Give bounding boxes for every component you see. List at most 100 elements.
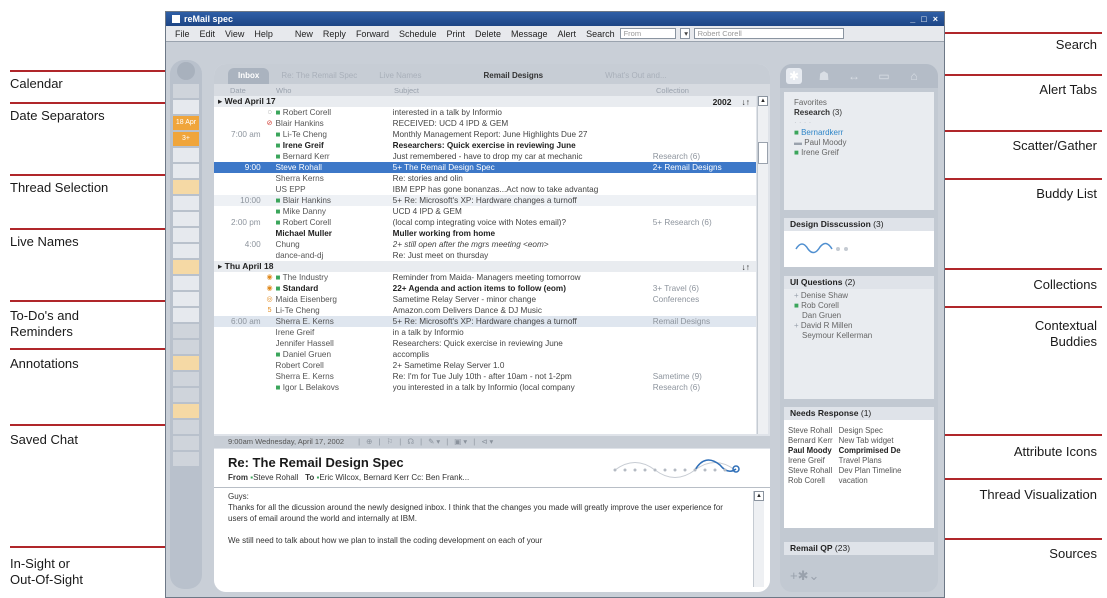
message-sender[interactable]: dance-and-dj xyxy=(276,250,393,261)
message-row[interactable]: Sherra Kerns Re: stories and olin xyxy=(214,173,756,184)
message-sender[interactable]: Blair Hankins xyxy=(276,118,393,129)
message-row[interactable]: US EPP IBM EPP has gone bonanzas...Act no… xyxy=(214,184,756,195)
search-button[interactable]: Search xyxy=(581,29,620,39)
message-sender[interactable]: ■ Daniel Gruen xyxy=(276,349,393,360)
message-row[interactable]: Robert Corell 2+ Sametime Relay Server 1.… xyxy=(214,360,756,371)
message-sender[interactable]: Maida Eisenberg xyxy=(276,294,393,305)
group-ui-questions[interactable]: UI Questions (2) xyxy=(784,276,934,289)
reading-scrollbar[interactable]: ▲ xyxy=(753,491,764,587)
attribute-icons[interactable]: | ⊕ | ⚐ | ☊ | ✎▾ | ▣▾ | ⊲▾ xyxy=(358,436,495,448)
tab-inbox[interactable]: Inbox xyxy=(228,68,270,84)
message-sender[interactable]: ■ Robert Corell xyxy=(276,107,393,118)
message-sender[interactable]: Robert Corell xyxy=(276,360,393,371)
message-sender[interactable]: Sherra E. Kerns xyxy=(276,371,393,382)
message-row-selected[interactable]: 9:00 Steve Rohall 5+ The Remail Design Spe… xyxy=(214,162,756,173)
message-sender[interactable]: Li-Te Cheng xyxy=(276,305,393,316)
needs-response-row[interactable]: Irene Greif Travel Plans xyxy=(788,456,907,466)
alert-tab-box-icon[interactable]: ▭ xyxy=(876,68,892,84)
message-sender[interactable]: ■ The Industry xyxy=(276,272,393,283)
list-scrollbar[interactable]: ▲ xyxy=(757,96,768,434)
tab-live-names[interactable]: Live Names xyxy=(369,68,431,84)
needs-response-row[interactable]: Bernard Kerr New Tab widget xyxy=(788,436,907,446)
message-collection[interactable]: Sametime (9) xyxy=(653,371,756,382)
message-row[interactable]: ■ Daniel Gruen accomplis xyxy=(214,349,756,360)
message-row[interactable]: 4:00 Chung 2+ still open after the mgrs me… xyxy=(214,239,756,250)
tab-remail-designs[interactable]: Remail Designs xyxy=(473,68,553,84)
message-row[interactable]: ◉ ■ Standard 22+ Agenda and action items t… xyxy=(214,283,756,294)
calendar-day-count[interactable]: 3+ xyxy=(173,132,199,146)
todo-reminder-icon[interactable]: ⊘ xyxy=(264,118,276,129)
message-row[interactable]: ■ Bernard Kerr Just remembered - have to … xyxy=(214,151,756,162)
sort-toggle-icon[interactable]: ↓↑ xyxy=(742,262,751,272)
sort-toggle-icon[interactable]: ↓↑ xyxy=(742,97,751,107)
thread-visualization[interactable] xyxy=(610,455,750,485)
search-input[interactable]: Robert Corell xyxy=(693,28,844,39)
group-needs-response[interactable]: Needs Response (1) xyxy=(784,407,934,420)
group-research[interactable]: Research (3) xyxy=(784,108,934,118)
calendar-day-today[interactable]: 18 Apr xyxy=(173,116,199,130)
alert-tab-arrows-icon[interactable]: ↔ xyxy=(846,68,862,84)
maximize-button[interactable]: □ xyxy=(921,12,926,26)
needs-response-row[interactable]: Steve Rohall Design Spec xyxy=(788,426,907,436)
message-sender[interactable]: ■ Irene Greif xyxy=(276,140,393,151)
todo-reminder-icon[interactable]: ◌ xyxy=(264,107,276,118)
menu-view[interactable]: View xyxy=(220,29,249,39)
col-collection[interactable]: Collection xyxy=(656,86,760,95)
message-collection[interactable]: Research (6) xyxy=(653,151,756,162)
col-who[interactable]: Who xyxy=(276,86,394,95)
message-collection[interactable]: Remail Designs xyxy=(653,316,756,327)
tab-whats-out[interactable]: What's Out and... xyxy=(595,68,677,84)
calendar-strip[interactable]: 18 Apr 3+ xyxy=(170,60,202,589)
message-row[interactable]: ◉ ■ The Industry Reminder from Maida- Mana… xyxy=(214,272,756,283)
message-sender[interactable]: Sherra E. Kerns xyxy=(276,316,393,327)
message-collection[interactable]: 5+ Research (6) xyxy=(653,217,756,228)
scroll-up-icon[interactable]: ▲ xyxy=(758,96,768,106)
alert-tab-person-icon[interactable]: ☗ xyxy=(816,68,832,84)
message-row[interactable]: ■ Irene Greif Researchers: Quick exercise… xyxy=(214,140,756,151)
message-button[interactable]: Message xyxy=(506,29,553,39)
reply-button[interactable]: Reply xyxy=(318,29,351,39)
buddy-paul-moody[interactable]: ▬ Paul Moody xyxy=(784,138,934,148)
alert-button[interactable]: Alert xyxy=(553,29,582,39)
delete-button[interactable]: Delete xyxy=(470,29,506,39)
message-row[interactable]: Jennifer Hassell Researchers: Quick exerc… xyxy=(214,338,756,349)
message-from[interactable]: Steve Rohall xyxy=(253,473,298,482)
col-subject[interactable]: Subject xyxy=(394,86,656,95)
message-row[interactable]: ■ Mike Danny UCD 4 IPD & GEM xyxy=(214,206,756,217)
message-sender[interactable]: ■ Igor L Belakovs xyxy=(276,382,393,393)
message-sender[interactable]: ■ Robert Corell xyxy=(276,217,393,228)
message-collection[interactable]: Research (6) xyxy=(653,382,756,393)
message-sender[interactable]: Sherra Kerns xyxy=(276,173,393,184)
message-row[interactable]: 5 Li-Te Cheng Amazon.com Delivers Dance & … xyxy=(214,305,756,316)
message-sender[interactable]: Irene Greif xyxy=(276,327,393,338)
message-row[interactable]: 10:00 ■ Blair Hankins 5+ Re: Microsoft's X… xyxy=(214,195,756,206)
add-source-icon[interactable]: +✱⌄ xyxy=(790,568,819,584)
message-sender[interactable]: Jennifer Hassell xyxy=(276,338,393,349)
message-sender[interactable]: US EPP xyxy=(276,184,393,195)
favorites-label[interactable]: Favorites xyxy=(784,98,934,108)
search-scope-dropdown[interactable]: ▾ xyxy=(679,28,690,39)
message-sender[interactable]: Steve Rohall xyxy=(276,162,393,173)
message-sender[interactable]: ■ Mike Danny xyxy=(276,206,393,217)
source-remail-qp[interactable]: Remail QP (23) xyxy=(784,542,934,555)
message-row[interactable]: ◎ Maida Eisenberg Sametime Relay Server - … xyxy=(214,294,756,305)
message-row[interactable]: ■ Igor L Belakovs you interested in a tal… xyxy=(214,382,756,393)
message-row[interactable]: Irene Greif in a talk by Informio xyxy=(214,327,756,338)
minimize-button[interactable]: _ xyxy=(910,12,915,26)
buddy-bernardkerr[interactable]: ■ Bernardkerr xyxy=(784,128,934,138)
buddy-rob-corell[interactable]: ■ Rob Corell xyxy=(784,301,934,311)
needs-response-row[interactable]: Steve Rohall Dev Plan Timeline xyxy=(788,466,907,476)
message-row[interactable]: 7:00 am ■ Li-Te Cheng Monthly Management R… xyxy=(214,129,756,140)
message-row[interactable]: 6:00 am Sherra E. Kerns 5+ Re: Microsoft's… xyxy=(214,316,756,327)
message-sender[interactable]: ■ Bernard Kerr xyxy=(276,151,393,162)
buddy-seymour-kellerman[interactable]: Seymour Kellerman xyxy=(784,331,934,341)
message-list[interactable]: ▸ Wed April 17 2002 ↓↑ ◌ ■ Robert Corell inte… xyxy=(214,96,756,434)
menu-help[interactable]: Help xyxy=(249,29,278,39)
date-separator[interactable]: ▸ Thu April 18 ↓↑ xyxy=(214,261,756,272)
message-row[interactable]: ◌ ■ Robert Corell interested in a talk by … xyxy=(214,107,756,118)
todo-reminder-icon[interactable]: ◎ xyxy=(264,294,276,305)
calendar-icon[interactable] xyxy=(170,60,202,82)
message-row[interactable]: dance-and-dj Re: Just meet on thursday xyxy=(214,250,756,261)
close-button[interactable]: × xyxy=(933,12,938,26)
todo-reminder-icon[interactable]: ◉ xyxy=(264,272,276,283)
